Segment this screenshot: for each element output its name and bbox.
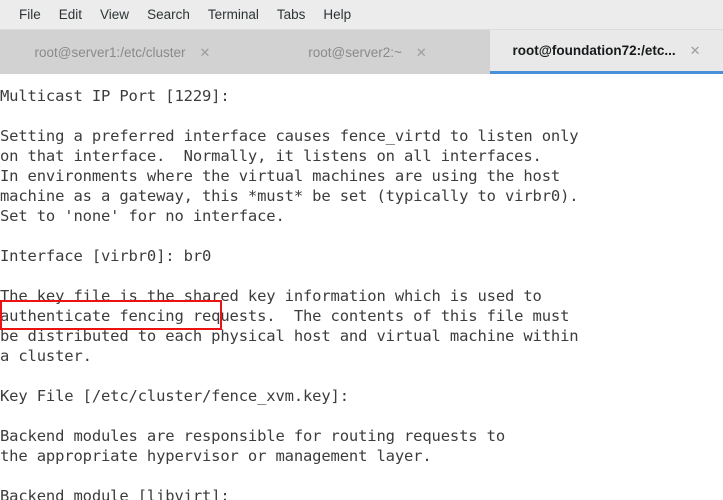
terminal-window: File Edit View Search Terminal Tabs Help… <box>0 0 723 500</box>
menu-bar: File Edit View Search Terminal Tabs Help <box>0 0 723 30</box>
terminal-output-area[interactable]: Multicast IP Port [1229]: Setting a pref… <box>0 74 723 500</box>
menu-item-tabs[interactable]: Tabs <box>268 4 315 25</box>
menu-item-help[interactable]: Help <box>314 4 360 25</box>
menu-item-edit[interactable]: Edit <box>50 4 91 25</box>
tab-title: root@server2:~ <box>308 44 402 60</box>
menu-item-view[interactable]: View <box>91 4 138 25</box>
tab-title: root@foundation72:/etc... <box>512 43 676 58</box>
menu-item-file[interactable]: File <box>10 4 50 25</box>
terminal-text: Multicast IP Port [1229]: Setting a pref… <box>0 87 579 500</box>
tab-server2[interactable]: root@server2:~ ✕ <box>245 30 490 74</box>
tab-title: root@server1:/etc/cluster <box>34 44 186 60</box>
tab-server1[interactable]: root@server1:/etc/cluster ✕ <box>0 30 245 74</box>
close-icon[interactable]: ✕ <box>200 46 211 59</box>
menu-item-search[interactable]: Search <box>138 4 199 25</box>
close-icon[interactable]: ✕ <box>416 46 427 59</box>
close-icon[interactable]: ✕ <box>690 44 701 57</box>
tab-foundation72[interactable]: root@foundation72:/etc... ✕ <box>490 30 723 74</box>
tab-bar: root@server1:/etc/cluster ✕ root@server2… <box>0 30 723 74</box>
menu-item-terminal[interactable]: Terminal <box>199 4 268 25</box>
